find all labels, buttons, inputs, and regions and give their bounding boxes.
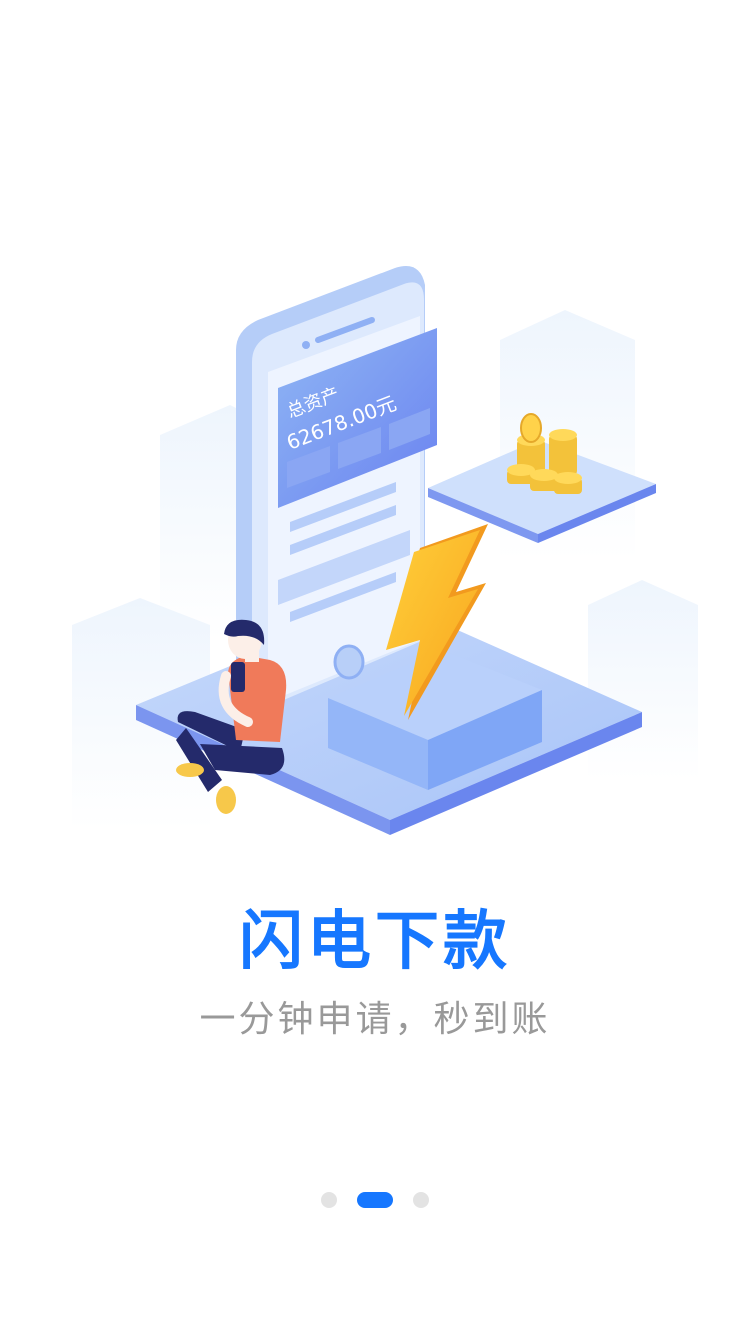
page-dot-3[interactable] <box>413 1192 429 1208</box>
hero-illustration: 总资产 62678.00元 <box>72 266 698 835</box>
slide-subtitle: 一分钟申请，秒到账 <box>199 999 551 1040</box>
page-indicator <box>0 1192 750 1208</box>
page-dot-1[interactable] <box>321 1192 337 1208</box>
slide-title: 闪电下款 <box>239 905 511 979</box>
page-dot-2-active[interactable] <box>357 1192 393 1208</box>
onboarding-page: { "slide": { "title": "闪电下款", "subtitle"… <box>0 0 750 1334</box>
